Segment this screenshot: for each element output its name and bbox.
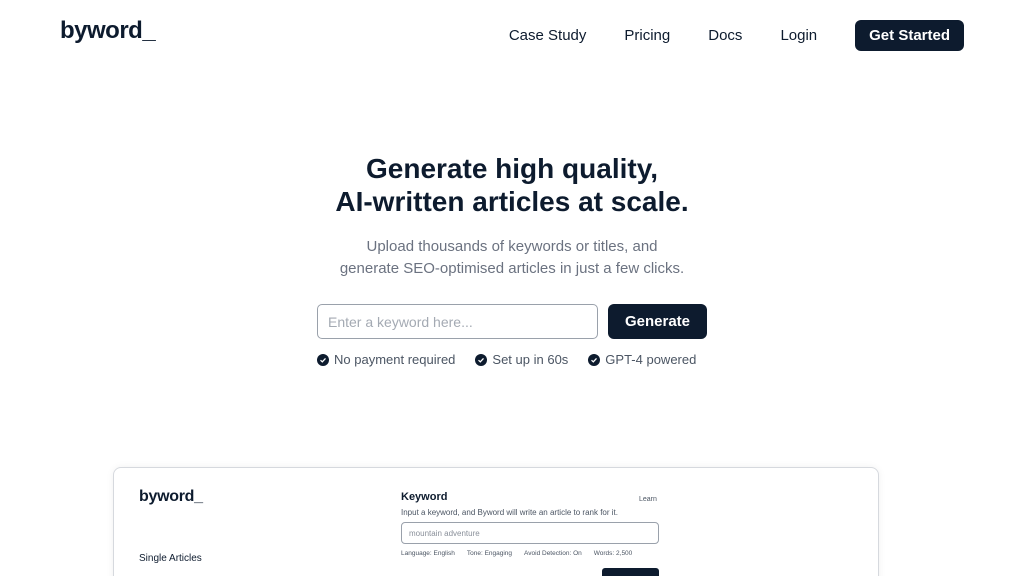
preview-generate-button bbox=[602, 568, 659, 576]
keyword-search-row: Generate bbox=[317, 304, 707, 339]
preview-setting: Language: English bbox=[401, 550, 455, 557]
hero-title-line-2: AI-written articles at scale. bbox=[335, 186, 689, 217]
preview-description: Input a keyword, and Byword will write a… bbox=[401, 508, 618, 517]
nav-login[interactable]: Login bbox=[780, 21, 817, 51]
hero-title: Generate high quality, AI-written articl… bbox=[0, 152, 1024, 218]
feature-list: No payment required Set up in 60s GPT-4 … bbox=[317, 352, 696, 367]
preview-setting: Words: 2,500 bbox=[593, 550, 633, 557]
preview-keyword-label: Keyword bbox=[401, 491, 448, 503]
feature-item: No payment required bbox=[317, 352, 455, 367]
preview-sidebar-item-single-articles: Single Articles bbox=[139, 553, 202, 564]
app-preview-card: byword_ Single Articles Keyword Learn In… bbox=[113, 467, 879, 576]
check-circle-icon bbox=[475, 353, 488, 366]
get-started-button[interactable]: Get Started bbox=[855, 20, 964, 51]
nav-pricing[interactable]: Pricing bbox=[624, 21, 670, 51]
brand-logo[interactable]: byword_ bbox=[60, 17, 156, 45]
landing-page: byword_ Case Study Pricing Docs Login Ge… bbox=[0, 0, 1024, 576]
nav-case-study[interactable]: Case Study bbox=[509, 21, 587, 51]
keyword-input[interactable] bbox=[317, 304, 598, 339]
check-circle-icon bbox=[317, 353, 329, 366]
preview-logo: byword_ bbox=[139, 488, 203, 505]
hero-subtitle-line-1: Upload thousands of keywords or titles, … bbox=[366, 238, 658, 255]
feature-label: Set up in 60s bbox=[492, 352, 569, 367]
nav-docs[interactable]: Docs bbox=[708, 21, 742, 51]
check-circle-icon bbox=[588, 353, 601, 366]
hero-subtitle: Upload thousands of keywords or titles, … bbox=[0, 236, 1024, 280]
feature-item: Set up in 60s bbox=[475, 352, 568, 367]
preview-keyword-input bbox=[401, 522, 659, 544]
generate-button[interactable]: Generate bbox=[608, 304, 707, 339]
hero-subtitle-line-2: generate SEO-optimised articles in just … bbox=[339, 260, 685, 277]
preview-learn-link: Learn bbox=[639, 496, 657, 503]
hero-title-line-1: Generate high quality, bbox=[366, 153, 658, 184]
feature-label: No payment required bbox=[334, 352, 456, 367]
preview-setting: Tone: Engaging bbox=[466, 550, 513, 557]
feature-label: GPT-4 powered bbox=[605, 352, 697, 367]
feature-item: GPT-4 powered bbox=[588, 352, 696, 367]
top-nav: Case Study Pricing Docs Login Get Starte… bbox=[471, 20, 964, 51]
preview-settings-row: Language: English Tone: Engaging Avoid D… bbox=[401, 550, 632, 557]
preview-setting: Avoid Detection: On bbox=[524, 550, 582, 557]
